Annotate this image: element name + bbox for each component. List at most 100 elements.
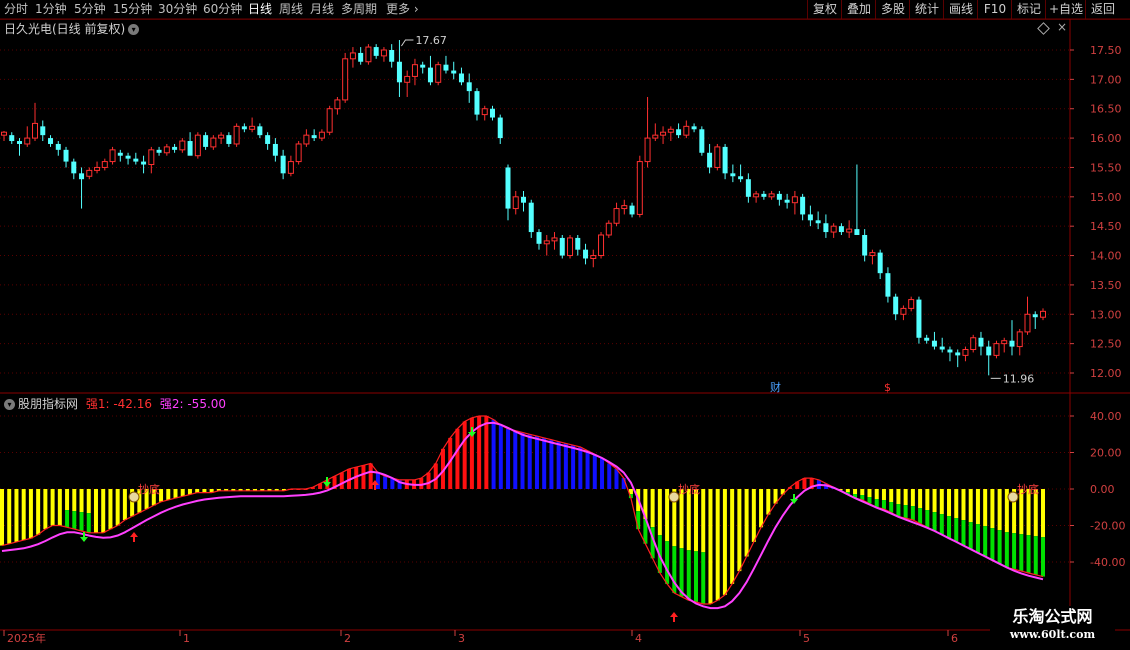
ind-tick-label: -20.00 bbox=[1090, 520, 1125, 533]
candle-body bbox=[800, 196, 806, 215]
candle-body bbox=[551, 237, 558, 242]
ind-bar bbox=[173, 489, 178, 499]
high-label: 17.67 bbox=[415, 34, 447, 47]
candle-body bbox=[916, 299, 922, 338]
ind-bar bbox=[744, 489, 749, 557]
stock-chart[interactable]: 17.50 17.00 16.50 16.00 15.50 15.00 14.50 14.00… bbox=[0, 0, 1130, 650]
price-tick-label: 16.50 bbox=[1090, 103, 1122, 116]
ind-bar bbox=[1033, 536, 1038, 575]
ind-bar bbox=[1041, 489, 1045, 538]
candle-body bbox=[707, 152, 713, 168]
candle-body bbox=[893, 296, 899, 315]
candle-body bbox=[536, 232, 542, 244]
candle-body bbox=[543, 240, 550, 245]
ind-bar bbox=[28, 489, 33, 539]
ind-bar bbox=[93, 489, 98, 533]
ind-bar bbox=[426, 472, 431, 489]
ind-bar bbox=[961, 520, 966, 546]
candle-body bbox=[249, 125, 256, 130]
candle-body bbox=[125, 155, 131, 159]
ind-bar bbox=[939, 514, 944, 535]
ind-bar bbox=[665, 541, 670, 584]
ind-bar bbox=[708, 489, 713, 604]
candle-body bbox=[318, 131, 325, 139]
ind-bar bbox=[954, 518, 959, 542]
price-tick-label: 12.50 bbox=[1090, 338, 1122, 351]
price-tick-label: 15.00 bbox=[1090, 191, 1122, 204]
ind-bar bbox=[686, 489, 691, 551]
candle-body bbox=[761, 193, 767, 197]
candle-body bbox=[683, 125, 690, 136]
candle-body bbox=[993, 343, 1000, 356]
candle-body bbox=[846, 228, 853, 233]
ind-bar bbox=[1004, 532, 1009, 568]
ind-bar bbox=[881, 489, 886, 501]
candle-body bbox=[109, 149, 116, 163]
ind-bar bbox=[578, 447, 583, 489]
ind-bar bbox=[455, 428, 460, 489]
candle-body bbox=[241, 126, 247, 130]
ind-bar bbox=[1019, 534, 1024, 572]
candle-body bbox=[389, 50, 395, 62]
candle-body bbox=[505, 167, 511, 209]
candle-body bbox=[862, 234, 868, 256]
candle-body bbox=[784, 199, 790, 203]
candle-body bbox=[380, 49, 387, 57]
candle-body bbox=[676, 129, 682, 136]
candle-body bbox=[17, 141, 23, 144]
ind-bar bbox=[860, 489, 865, 496]
ind-bar bbox=[115, 489, 120, 526]
ind-bar bbox=[990, 528, 995, 561]
ind-bar bbox=[947, 516, 952, 539]
ind-bar bbox=[990, 489, 995, 529]
finance-marker: 财 bbox=[770, 380, 781, 394]
ind-bar bbox=[14, 489, 19, 542]
ind-bar bbox=[701, 552, 706, 604]
ind-bar bbox=[910, 489, 915, 507]
candle-body bbox=[730, 173, 736, 177]
ind-bar bbox=[947, 489, 952, 517]
ind-bar bbox=[954, 489, 959, 519]
candle-body bbox=[172, 146, 178, 150]
candle-body bbox=[94, 166, 101, 171]
candle-body bbox=[451, 70, 457, 74]
ind-bar bbox=[903, 505, 908, 519]
ind-tick-label: -40.00 bbox=[1090, 556, 1125, 569]
ind-bar bbox=[614, 468, 619, 489]
ind-bar bbox=[730, 489, 735, 584]
ind-bar bbox=[79, 512, 84, 531]
candle-body bbox=[272, 143, 278, 156]
signal-up-arrow bbox=[670, 612, 678, 622]
candle-body bbox=[474, 91, 480, 115]
candle-body bbox=[303, 134, 310, 145]
candle-body bbox=[738, 176, 744, 180]
ind-bar bbox=[375, 472, 380, 489]
candle-body bbox=[931, 340, 937, 347]
candle-body bbox=[830, 225, 837, 233]
price-tick-label: 17.50 bbox=[1090, 44, 1122, 57]
candle-body bbox=[575, 237, 581, 250]
ind-bar bbox=[542, 437, 547, 489]
candle-body bbox=[311, 135, 317, 139]
candle-body bbox=[753, 193, 760, 198]
ind-bar bbox=[513, 430, 518, 489]
candle-body bbox=[714, 146, 721, 168]
candle-body bbox=[691, 126, 697, 130]
ind-bar bbox=[498, 425, 503, 489]
ind-bar bbox=[694, 551, 698, 603]
ind-bar bbox=[571, 445, 576, 489]
ind-bar bbox=[563, 443, 568, 489]
candle-body bbox=[210, 137, 217, 148]
ind-bar bbox=[101, 489, 106, 533]
candle-body bbox=[605, 222, 612, 236]
candle-body bbox=[512, 196, 519, 210]
watermark-url: www.60lt.com bbox=[1009, 628, 1096, 641]
candle-body bbox=[427, 67, 433, 83]
ind-bar bbox=[122, 489, 127, 521]
ind-bar bbox=[737, 489, 742, 572]
ind-bar bbox=[881, 500, 886, 510]
ind-bar bbox=[694, 489, 698, 552]
candle-body bbox=[489, 108, 495, 118]
ind-bar bbox=[665, 489, 670, 542]
candle-body bbox=[815, 220, 821, 224]
